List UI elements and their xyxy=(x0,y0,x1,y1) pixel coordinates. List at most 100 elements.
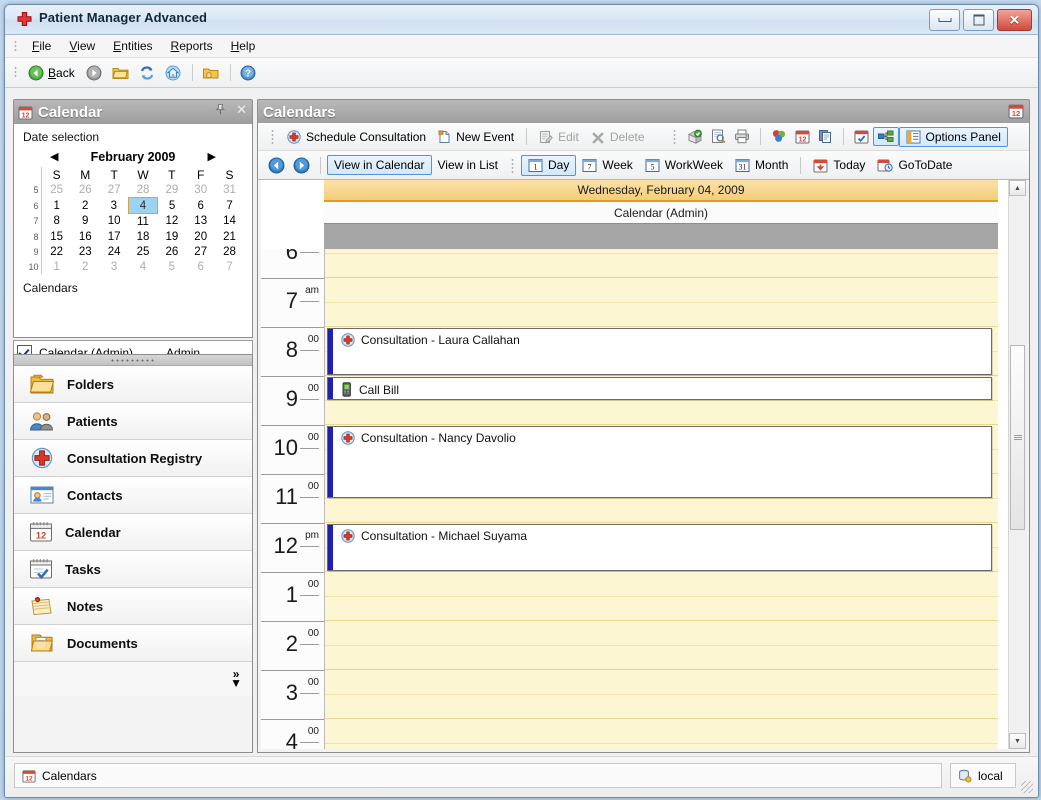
time-slot[interactable] xyxy=(325,572,998,597)
back-button[interactable]: Back xyxy=(23,63,80,83)
schedule-consultation-button[interactable]: Schedule Consultation xyxy=(281,128,432,146)
menu-entities[interactable]: Entities xyxy=(104,37,161,55)
close-button[interactable]: ✕ xyxy=(997,9,1032,31)
mini-calendar-day[interactable]: 20 xyxy=(186,229,215,244)
print-preview-button[interactable] xyxy=(707,127,730,146)
mini-calendar-day[interactable]: 5 xyxy=(157,259,186,274)
week-view-button[interactable]: 7 Week xyxy=(576,156,638,175)
calendar-view-button[interactable]: 12 xyxy=(791,127,814,146)
mini-calendar-day[interactable]: 6 xyxy=(186,198,215,214)
mini-calendar-day[interactable]: 10 xyxy=(100,214,129,230)
today-button[interactable]: Today xyxy=(807,156,871,175)
mini-calendar-day[interactable]: 27 xyxy=(186,244,215,259)
mini-calendar-day[interactable]: 17 xyxy=(100,229,129,244)
view-in-list-button[interactable]: View in List xyxy=(432,156,504,174)
folders-button[interactable] xyxy=(108,63,133,83)
mini-calendar-day[interactable]: 21 xyxy=(215,229,244,244)
sidebar-item-documents[interactable]: Documents xyxy=(14,625,252,662)
new-event-button[interactable]: New Event xyxy=(432,128,520,146)
tasks-view-button[interactable] xyxy=(850,127,873,146)
mini-calendar-selected-day[interactable]: 4 xyxy=(129,198,158,214)
vertical-scrollbar[interactable]: ▲ ▼ xyxy=(1008,180,1026,749)
time-slot[interactable] xyxy=(325,670,998,695)
mini-calendar-day[interactable]: 4 xyxy=(129,259,158,274)
mini-calendar-day[interactable]: 26 xyxy=(157,244,186,259)
refresh-button[interactable] xyxy=(135,63,159,83)
toolbar-grip-3[interactable] xyxy=(511,158,514,173)
calendar-event[interactable]: Consultation - Nancy Davolio xyxy=(327,426,992,498)
mini-calendar-day[interactable]: 6 xyxy=(186,259,215,274)
sidebar-item-tasks[interactable]: Tasks xyxy=(14,551,252,588)
sidebar-item-contacts[interactable]: Contacts xyxy=(14,477,252,514)
menu-file[interactable]: File xyxy=(23,37,60,55)
share-button[interactable] xyxy=(198,63,223,83)
print-button[interactable] xyxy=(730,127,754,146)
sidebar-item-consultation-registry[interactable]: Consultation Registry xyxy=(14,440,252,477)
delete-button[interactable]: Delete xyxy=(585,128,651,146)
next-month-button[interactable]: ▶ xyxy=(208,150,216,163)
mini-calendar-day[interactable]: 23 xyxy=(71,244,100,259)
maximize-button[interactable] xyxy=(963,9,994,31)
time-grid[interactable]: Consultation - Laura CallahanCall BillCo… xyxy=(325,249,998,749)
gotodate-button[interactable]: GoToDate xyxy=(871,156,958,175)
time-slot[interactable] xyxy=(325,254,998,279)
prev-month-button[interactable]: ◀ xyxy=(50,150,58,163)
view-in-calendar-button[interactable]: View in Calendar xyxy=(327,155,432,175)
time-slot[interactable] xyxy=(325,401,998,426)
scrollbar-thumb[interactable] xyxy=(1010,345,1025,530)
mini-calendar-day[interactable]: 9 xyxy=(71,214,100,230)
mini-calendar-day[interactable]: 14 xyxy=(215,214,244,230)
mini-calendar-day[interactable]: 25 xyxy=(42,182,71,198)
mini-calendar-day[interactable]: 2 xyxy=(71,259,100,274)
mini-calendar-day[interactable]: 19 xyxy=(157,229,186,244)
mini-calendar-day[interactable]: 11 xyxy=(129,214,158,230)
save-button[interactable] xyxy=(683,127,707,147)
mini-calendar-day[interactable]: 12 xyxy=(157,214,186,230)
mini-calendar-day[interactable]: 28 xyxy=(129,182,158,198)
menu-grip[interactable] xyxy=(14,40,17,53)
time-slot[interactable] xyxy=(325,744,998,750)
mini-calendar-day[interactable]: 25 xyxy=(129,244,158,259)
menu-view[interactable]: View xyxy=(60,37,104,55)
sidebar-item-calendar[interactable]: 12Calendar xyxy=(14,514,252,551)
mini-calendar-day[interactable]: 8 xyxy=(42,214,71,230)
mini-calendar-day[interactable]: 2 xyxy=(71,198,100,214)
time-slot[interactable] xyxy=(325,278,998,303)
toolbar-grip[interactable] xyxy=(271,129,274,144)
time-slot[interactable] xyxy=(325,719,998,744)
time-slot[interactable] xyxy=(325,695,998,720)
close-icon[interactable]: ✕ xyxy=(236,103,247,116)
mini-calendar-day[interactable]: 26 xyxy=(71,182,100,198)
mini-calendar-day[interactable]: 3 xyxy=(100,259,129,274)
minimize-button[interactable] xyxy=(929,9,960,31)
options-panel-button[interactable]: Options Panel xyxy=(899,127,1008,147)
sidebar-item-folders[interactable]: Folders xyxy=(14,366,252,403)
time-slot[interactable] xyxy=(325,646,998,671)
mini-calendar-day[interactable]: 18 xyxy=(129,229,158,244)
copy-button[interactable] xyxy=(814,127,837,146)
mini-calendar-day[interactable]: 3 xyxy=(100,198,129,214)
layout-button[interactable] xyxy=(873,127,899,146)
resize-grip[interactable] xyxy=(1021,781,1033,793)
mini-calendar-day[interactable]: 13 xyxy=(186,214,215,230)
time-slot[interactable] xyxy=(325,621,998,646)
scroll-up-button[interactable]: ▲ xyxy=(1009,180,1026,196)
next-day-button[interactable] xyxy=(289,155,314,176)
mini-calendar-day[interactable]: 15 xyxy=(42,229,71,244)
time-slot[interactable] xyxy=(325,597,998,622)
time-slot[interactable] xyxy=(325,499,998,524)
filter-button[interactable] xyxy=(767,127,791,146)
edit-button[interactable]: Edit xyxy=(533,128,585,146)
calendar-event[interactable]: Consultation - Michael Suyama xyxy=(327,524,992,571)
toolbar-grip-2[interactable] xyxy=(673,129,676,144)
sidebar-item-patients[interactable]: Patients xyxy=(14,403,252,440)
mini-calendar-day[interactable]: 29 xyxy=(157,182,186,198)
prev-day-button[interactable] xyxy=(264,155,289,176)
toolbar-grip[interactable] xyxy=(14,66,17,79)
help-button[interactable]: ? xyxy=(236,63,260,83)
scroll-down-button[interactable]: ▼ xyxy=(1009,733,1026,749)
mini-calendar-day[interactable]: 7 xyxy=(215,198,244,214)
month-view-button[interactable]: 31 Month xyxy=(729,156,794,175)
mini-calendar-day[interactable]: 31 xyxy=(215,182,244,198)
mini-calendar-day[interactable]: 24 xyxy=(100,244,129,259)
